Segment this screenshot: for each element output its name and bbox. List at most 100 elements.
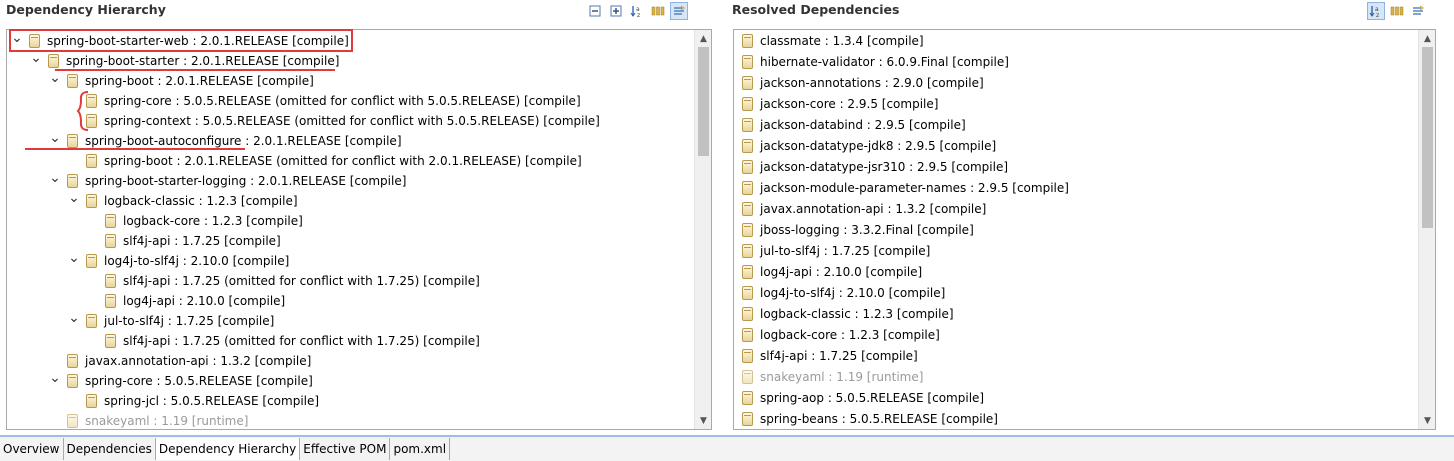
jar-icon: [742, 181, 753, 195]
tab-overview[interactable]: Overview: [0, 438, 64, 460]
tree-row[interactable]: spring-boot : 2.0.1.RELEASE (omitted for…: [68, 151, 582, 171]
panel-header: Resolved Dependencies az: [726, 0, 1442, 22]
expand-arrow-icon[interactable]: ⌄: [49, 371, 61, 385]
tree-row[interactable]: logback-core : 1.2.3 [compile]: [87, 211, 303, 231]
tree-row[interactable]: ⌄ spring-boot-starter : 2.0.1.RELEASE [co…: [30, 51, 339, 71]
expand-arrow-icon[interactable]: ⌄: [49, 71, 61, 85]
list-item[interactable]: jackson-annotations : 2.9.0 [compile]: [742, 73, 984, 93]
dependency-label: snakeyaml : 1.19 [runtime]: [85, 414, 249, 428]
sort-az-icon[interactable]: az: [628, 2, 646, 20]
jar-icon: [105, 214, 116, 228]
list-item[interactable]: jackson-core : 2.9.5 [compile]: [742, 94, 938, 114]
list-item[interactable]: spring-beans : 5.0.5.RELEASE [compile]: [742, 409, 998, 429]
list-item[interactable]: jul-to-slf4j : 1.7.25 [compile]: [742, 241, 930, 261]
scroll-down-icon[interactable]: ▼: [695, 412, 711, 429]
tree-row[interactable]: spring-core : 5.0.5.RELEASE (omitted for…: [68, 91, 581, 111]
filter-icon[interactable]: [670, 2, 688, 20]
jar-icon: [742, 139, 753, 153]
list-item[interactable]: logback-core : 1.2.3 [compile]: [742, 325, 940, 345]
show-groupid-icon[interactable]: [1388, 2, 1406, 20]
tree-row[interactable]: ⌄ spring-boot : 2.0.1.RELEASE [compile]: [49, 71, 314, 91]
expand-arrow-icon[interactable]: ⌄: [49, 171, 61, 185]
list-item[interactable]: jboss-logging : 3.3.2.Final [compile]: [742, 220, 974, 240]
tree-row[interactable]: javax.annotation-api : 1.3.2 [compile]: [49, 351, 311, 371]
list-item[interactable]: classmate : 1.3.4 [compile]: [742, 31, 924, 51]
scroll-thumb[interactable]: [698, 47, 709, 156]
expand-all-icon[interactable]: [607, 2, 625, 20]
jar-icon: [86, 314, 97, 328]
dependency-label: logback-classic : 1.2.3 [compile]: [760, 307, 954, 321]
dependency-label: spring-aop : 5.0.5.RELEASE [compile]: [760, 391, 985, 405]
expand-arrow-icon[interactable]: ⌄: [68, 251, 80, 265]
scroll-down-icon[interactable]: ▼: [1419, 412, 1435, 429]
resolved-list[interactable]: classmate : 1.3.4 [compile] hibernate-val…: [733, 29, 1436, 430]
list-item[interactable]: slf4j-api : 1.7.25 [compile]: [742, 346, 918, 366]
list-item[interactable]: hibernate-validator : 6.0.9.Final [compi…: [742, 52, 1009, 72]
tree-row[interactable]: ⌄ spring-core : 5.0.5.RELEASE [compile]: [49, 371, 313, 391]
list-item[interactable]: log4j-api : 2.10.0 [compile]: [742, 262, 922, 282]
jar-icon: [742, 391, 753, 405]
jar-icon: [742, 265, 753, 279]
list-rows: classmate : 1.3.4 [compile] hibernate-val…: [734, 30, 1418, 429]
filter-icon[interactable]: [1409, 2, 1427, 20]
vertical-scrollbar[interactable]: ▲ ▼: [694, 30, 711, 429]
list-item[interactable]: logback-classic : 1.2.3 [compile]: [742, 304, 954, 324]
vertical-scrollbar[interactable]: ▲ ▼: [1418, 30, 1435, 429]
dependency-label: jackson-datatype-jdk8 : 2.9.5 [compile]: [760, 139, 997, 153]
list-item[interactable]: jackson-module-parameter-names : 2.9.5 […: [742, 178, 1069, 198]
dependency-label: jul-to-slf4j : 1.7.25 [compile]: [104, 314, 275, 328]
tree-row[interactable]: spring-context : 5.0.5.RELEASE (omitted …: [68, 111, 600, 131]
sort-az-icon[interactable]: az: [1367, 2, 1385, 20]
jar-icon: [86, 394, 97, 408]
jar-icon: [48, 54, 59, 68]
list-item[interactable]: snakeyaml : 1.19 [runtime]: [742, 367, 923, 387]
annotation-brace: [76, 91, 89, 131]
tree-row[interactable]: ⌄ log4j-to-slf4j : 2.10.0 [compile]: [68, 251, 289, 271]
collapse-all-icon[interactable]: [586, 2, 604, 20]
tab-dependencies[interactable]: Dependencies: [64, 438, 156, 460]
list-item[interactable]: jackson-datatype-jdk8 : 2.9.5 [compile]: [742, 136, 996, 156]
tab-pom-xml[interactable]: pom.xml: [390, 438, 451, 460]
tree-row[interactable]: slf4j-api : 1.7.25 (omitted for conflict…: [87, 271, 480, 291]
scroll-up-icon[interactable]: ▲: [695, 30, 711, 47]
tab-effective-pom[interactable]: Effective POM: [300, 438, 391, 460]
dependency-label: jul-to-slf4j : 1.7.25 [compile]: [760, 244, 931, 258]
dependency-label: spring-core : 5.0.5.RELEASE [compile]: [85, 374, 313, 388]
tree-row[interactable]: ⌄ spring-boot-starter-logging : 2.0.1.REL…: [49, 171, 406, 191]
dependency-label: jboss-logging : 3.3.2.Final [compile]: [760, 223, 974, 237]
list-item[interactable]: spring-aop : 5.0.5.RELEASE [compile]: [742, 388, 984, 408]
dependency-label: spring-boot : 2.0.1.RELEASE [compile]: [85, 74, 314, 88]
expand-arrow-icon[interactable]: ⌄: [49, 131, 61, 145]
list-item[interactable]: jackson-databind : 2.9.5 [compile]: [742, 115, 966, 135]
scroll-up-icon[interactable]: ▲: [1419, 30, 1435, 47]
hierarchy-tree[interactable]: ⌄ spring-boot-starter-web : 2.0.1.RELEASE…: [6, 29, 712, 430]
jar-icon: [742, 370, 753, 384]
jar-icon: [742, 412, 753, 426]
list-item[interactable]: javax.annotation-api : 1.3.2 [compile]: [742, 199, 986, 219]
tree-row[interactable]: spring-jcl : 5.0.5.RELEASE [compile]: [68, 391, 319, 411]
jar-icon: [67, 414, 78, 428]
show-groupid-icon[interactable]: [649, 2, 667, 20]
list-item[interactable]: jackson-datatype-jsr310 : 2.9.5 [compile…: [742, 157, 1008, 177]
dependency-label: log4j-api : 2.10.0 [compile]: [123, 294, 286, 308]
tree-row[interactable]: ⌄ logback-classic : 1.2.3 [compile]: [68, 191, 298, 211]
list-item[interactable]: log4j-to-slf4j : 2.10.0 [compile]: [742, 283, 945, 303]
dependency-label: spring-boot-starter : 2.0.1.RELEASE [com…: [66, 54, 340, 68]
jar-icon: [742, 223, 753, 237]
tree-row[interactable]: ⌄ jul-to-slf4j : 1.7.25 [compile]: [68, 311, 274, 331]
dependency-label: slf4j-api : 1.7.25 [compile]: [760, 349, 918, 363]
jar-icon: [742, 202, 753, 216]
tree-row[interactable]: snakeyaml : 1.19 [runtime]: [49, 411, 249, 429]
jar-icon: [742, 328, 753, 342]
tree-row[interactable]: slf4j-api : 1.7.25 (omitted for conflict…: [87, 331, 480, 351]
expand-arrow-icon[interactable]: ⌄: [68, 191, 80, 205]
jar-icon: [67, 374, 78, 388]
expand-arrow-icon[interactable]: ⌄: [68, 311, 80, 325]
tree-row[interactable]: slf4j-api : 1.7.25 [compile]: [87, 231, 281, 251]
jar-icon: [742, 244, 753, 258]
tree-row[interactable]: log4j-api : 2.10.0 [compile]: [87, 291, 285, 311]
tab-dependency-hierarchy[interactable]: Dependency Hierarchy: [155, 438, 301, 460]
scroll-thumb[interactable]: [1422, 47, 1433, 228]
expand-arrow-icon[interactable]: ⌄: [30, 51, 42, 65]
annotation-box: [9, 29, 353, 52]
